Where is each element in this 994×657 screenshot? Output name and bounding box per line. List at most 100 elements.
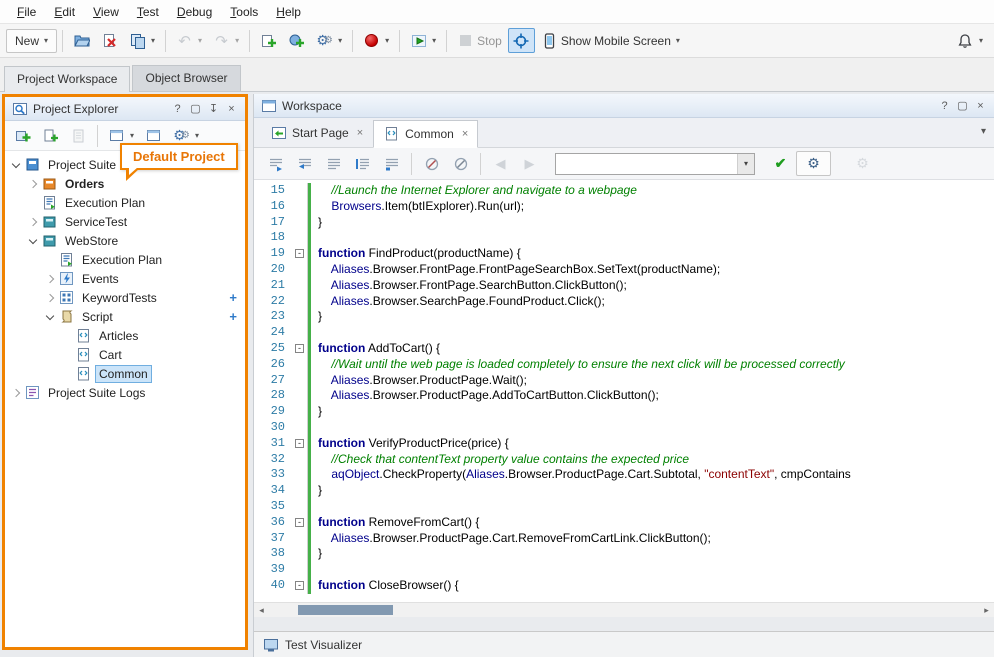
tree-expanded-chevron-icon[interactable]: [45, 312, 55, 322]
tree-collapsed-chevron-icon[interactable]: [45, 274, 55, 284]
ed-format-plain-button[interactable]: [320, 151, 347, 176]
panel-help-button[interactable]: ?: [937, 100, 952, 112]
tree-item-common[interactable]: Common: [5, 364, 245, 383]
code-line[interactable]: 37 Aliases.Browser.ProductPage.Cart.Remo…: [254, 531, 994, 547]
code-line[interactable]: 22 Aliases.Browser.SearchPage.FoundProdu…: [254, 294, 994, 310]
tree-collapsed-chevron-icon[interactable]: [45, 293, 55, 303]
menu-help[interactable]: Help: [267, 1, 310, 23]
ed-disable-region-button[interactable]: [418, 151, 445, 176]
tree-item-servicetest[interactable]: ServiceTest: [5, 212, 245, 231]
code-line[interactable]: 21 Aliases.Browser.FrontPage.SearchButto…: [254, 278, 994, 294]
code-line[interactable]: 32 //Check that contentText property val…: [254, 452, 994, 468]
code-line[interactable]: 39: [254, 562, 994, 578]
scroll-right-icon[interactable]: ▸: [979, 605, 994, 616]
tree-expanded-chevron-icon[interactable]: [28, 236, 38, 246]
code-line[interactable]: 20 Aliases.Browser.FrontPage.FrontPageSe…: [254, 262, 994, 278]
code-line[interactable]: 16 Browsers.Item(btIExplorer).Run(url);: [254, 199, 994, 215]
tree-collapsed-chevron-icon[interactable]: [11, 388, 21, 398]
editor-options-button[interactable]: ⚙: [849, 151, 876, 176]
navigate-back-button[interactable]: ◀: [487, 151, 514, 176]
scroll-left-icon[interactable]: ◂: [254, 605, 269, 616]
pe-add-project-button[interactable]: [9, 123, 36, 148]
tree-item-events[interactable]: Events: [5, 269, 245, 288]
notifications-button[interactable]: ▾: [952, 28, 988, 53]
options-button[interactable]: ⚙⚙▾: [311, 28, 347, 53]
workspace-header[interactable]: Workspace ?▢×: [254, 94, 994, 118]
menu-edit[interactable]: Edit: [45, 1, 84, 23]
pe-add-item-button[interactable]: [37, 123, 64, 148]
code-line[interactable]: 36-function RemoveFromCart() {: [254, 515, 994, 531]
panel-help-button[interactable]: ?: [170, 103, 185, 115]
scrollbar-thumb[interactable]: [298, 605, 393, 615]
record-button[interactable]: ▾: [358, 28, 394, 53]
syntax-check-button[interactable]: ✔: [767, 151, 794, 176]
tab-project-workspace[interactable]: Project Workspace: [4, 66, 130, 92]
menu-debug[interactable]: Debug: [168, 1, 221, 23]
fold-collapse-icon[interactable]: -: [295, 344, 304, 353]
editor-combobox[interactable]: ▾: [555, 153, 755, 175]
menu-tools[interactable]: Tools: [221, 1, 267, 23]
redo-button[interactable]: ↷▾: [208, 28, 244, 53]
combo-dropdown-icon[interactable]: ▾: [737, 154, 754, 174]
open-button[interactable]: [68, 28, 95, 53]
project-explorer-header[interactable]: Project Explorer ?▢↧×: [5, 97, 245, 121]
code-line[interactable]: 23}: [254, 309, 994, 325]
tree-item-orders[interactable]: Orders: [5, 174, 245, 193]
code-line[interactable]: 38}: [254, 546, 994, 562]
code-line[interactable]: 40-function CloseBrowser() {: [254, 578, 994, 594]
fold-margin[interactable]: -: [292, 341, 308, 357]
fold-collapse-icon[interactable]: -: [295, 518, 304, 527]
tree-item-execution-plan[interactable]: Execution Plan: [5, 193, 245, 212]
save-all-button[interactable]: ▾: [124, 28, 160, 53]
close-tab-icon[interactable]: ×: [357, 127, 363, 139]
code-line[interactable]: 19-function FindProduct(productName) {: [254, 246, 994, 262]
tree-item-script[interactable]: Script+: [5, 307, 245, 326]
spy-button[interactable]: [508, 28, 535, 53]
tree-item-webstore[interactable]: WebStore: [5, 231, 245, 250]
ed-strike-region-button[interactable]: [447, 151, 474, 176]
horizontal-scrollbar[interactable]: ◂ ▸: [254, 602, 994, 617]
panel-close-button[interactable]: ×: [224, 103, 239, 115]
ed-format-block-button[interactable]: [349, 151, 376, 176]
code-line[interactable]: 17}: [254, 215, 994, 231]
code-line[interactable]: 31-function VerifyProductPrice(price) {: [254, 436, 994, 452]
tree-item-cart[interactable]: Cart: [5, 345, 245, 364]
code-line[interactable]: 27 Aliases.Browser.ProductPage.Wait();: [254, 373, 994, 389]
add-child-item-button[interactable]: +: [229, 290, 237, 305]
fold-margin[interactable]: -: [292, 436, 308, 452]
menu-file[interactable]: File: [8, 1, 45, 23]
editor-tab-start-page[interactable]: Start Page×: [260, 119, 373, 147]
tab-object-browser[interactable]: Object Browser: [132, 65, 240, 91]
stop-button[interactable]: Stop: [452, 28, 507, 53]
tree-item-project-suite-logs[interactable]: Project Suite Logs: [5, 383, 245, 402]
ed-format-right-button[interactable]: [262, 151, 289, 176]
fold-margin[interactable]: -: [292, 246, 308, 262]
navigate-forward-button[interactable]: ▶: [516, 151, 543, 176]
ed-format-left-button[interactable]: [291, 151, 318, 176]
code-line[interactable]: 15 //Launch the Internet Explorer and na…: [254, 183, 994, 199]
tab-list-dropdown-icon[interactable]: ▾: [981, 126, 986, 137]
panel-maximize-button[interactable]: ▢: [188, 102, 203, 115]
fold-collapse-icon[interactable]: -: [295, 249, 304, 258]
fold-margin[interactable]: -: [292, 578, 308, 594]
editor-tab-common[interactable]: Common×: [373, 120, 478, 148]
code-line[interactable]: 24: [254, 325, 994, 341]
test-visualizer-bar[interactable]: Test Visualizer: [254, 631, 994, 657]
fold-margin[interactable]: -: [292, 515, 308, 531]
add-child-item-button[interactable]: +: [229, 309, 237, 324]
tree-collapsed-chevron-icon[interactable]: [28, 179, 38, 189]
add-project-item-button[interactable]: [283, 28, 310, 53]
tree-item-articles[interactable]: Articles: [5, 326, 245, 345]
editor-visualizer-splitter[interactable]: [254, 617, 994, 631]
code-line[interactable]: 33 aqObject.CheckProperty(Aliases.Browse…: [254, 467, 994, 483]
tree-collapsed-chevron-icon[interactable]: [28, 217, 38, 227]
panel-autohide-button[interactable]: ↧: [206, 102, 221, 115]
code-line[interactable]: 18: [254, 230, 994, 246]
code-line[interactable]: 26 //Wait until the web page is loaded c…: [254, 357, 994, 373]
menu-test[interactable]: Test: [128, 1, 168, 23]
panel-close-button[interactable]: ×: [973, 100, 988, 112]
new-button[interactable]: New▾: [6, 29, 57, 53]
editor-settings-button[interactable]: ⚙: [796, 151, 831, 176]
tree-item-execution-plan[interactable]: Execution Plan: [5, 250, 245, 269]
code-line[interactable]: 30: [254, 420, 994, 436]
